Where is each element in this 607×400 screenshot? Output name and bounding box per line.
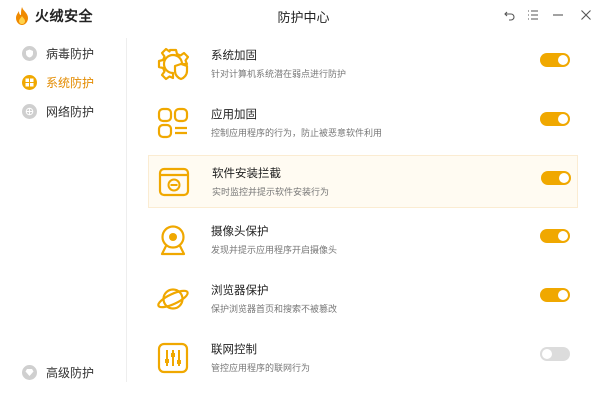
minimize-icon (553, 14, 563, 16)
row-description: 控制应用程序的行为，防止被恶意软件利用 (211, 129, 383, 139)
sidebar-item-advanced-protection[interactable]: 高级防护 (22, 362, 94, 382)
virus-shield-icon (22, 45, 37, 61)
sidebar-item-label: 高级防护 (46, 365, 95, 380)
menu-button[interactable] (523, 5, 543, 25)
toggle-knob (559, 173, 569, 183)
undo-icon (504, 11, 515, 21)
close-button[interactable] (576, 5, 596, 25)
row-title: 系统加固 (211, 48, 257, 62)
sidebar-item-label: 系统防护 (46, 75, 95, 90)
row-description: 针对计算机系统潜在弱点进行防护 (211, 70, 347, 80)
close-icon (581, 10, 591, 20)
network-control-toggle[interactable] (540, 347, 570, 361)
sidebar: 病毒防护 系统防护 网络防护 高级防护 (0, 32, 126, 400)
row-title: 应用加固 (211, 107, 257, 121)
row-title: 联网控制 (211, 342, 257, 356)
toggle-knob (558, 231, 568, 241)
protection-row-camera: 摄像头保护 发现并提示应用程序开启摄像头 (148, 214, 578, 267)
row-description: 发现并提示应用程序开启摄像头 (211, 246, 338, 256)
sidebar-item-system-protection[interactable]: 系统防护 (22, 72, 94, 92)
app-grid-icon (157, 107, 189, 139)
gear-shield-icon (157, 47, 190, 81)
camera-toggle[interactable] (540, 229, 570, 243)
toggle-knob (558, 114, 568, 124)
sidebar-divider (126, 38, 127, 382)
protection-row-browser: 浏览器保护 保护浏览器首页和搜索不被篡改 (148, 273, 578, 326)
toggle-knob (542, 349, 552, 359)
windows-icon (22, 74, 37, 90)
sliders-icon (157, 342, 189, 374)
system-hardening-toggle[interactable] (540, 53, 570, 67)
protection-row-system-hardening: 系统加固 针对计算机系统潜在弱点进行防护 (148, 38, 578, 91)
camera-icon (160, 225, 186, 256)
sidebar-item-label: 网络防护 (46, 104, 95, 119)
row-description: 实时监控并提示软件安装行为 (212, 188, 330, 198)
protection-row-install-block: 软件安装拦截 实时监控并提示软件安装行为 (148, 155, 578, 208)
row-description: 管控应用程序的联网行为 (211, 364, 311, 374)
row-title: 摄像头保护 (211, 224, 269, 238)
toggle-knob (558, 55, 568, 65)
sidebar-item-network-protection[interactable]: 网络防护 (22, 101, 94, 121)
toggle-knob (558, 290, 568, 300)
row-title: 软件安装拦截 (212, 166, 281, 180)
title-bar: 火绒安全 防护中心 (0, 0, 607, 32)
menu-icon (528, 10, 538, 20)
diamond-icon (22, 364, 37, 380)
sidebar-item-virus-protection[interactable]: 病毒防护 (22, 43, 94, 63)
browser-protection-toggle[interactable] (540, 288, 570, 302)
install-block-icon (158, 167, 190, 197)
minimize-button[interactable] (548, 5, 568, 25)
protection-row-app-hardening: 应用加固 控制应用程序的行为，防止被恶意软件利用 (148, 97, 578, 150)
row-title: 浏览器保护 (211, 283, 269, 297)
install-block-toggle[interactable] (541, 171, 571, 185)
row-description: 保护浏览器首页和搜索不被篡改 (211, 305, 338, 315)
back-button[interactable] (500, 5, 520, 25)
planet-icon (157, 288, 189, 310)
protection-row-network-control: 联网控制 管控应用程序的联网行为 (148, 332, 578, 385)
sidebar-item-label: 病毒防护 (46, 46, 95, 61)
app-hardening-toggle[interactable] (540, 112, 570, 126)
network-icon (22, 103, 37, 119)
